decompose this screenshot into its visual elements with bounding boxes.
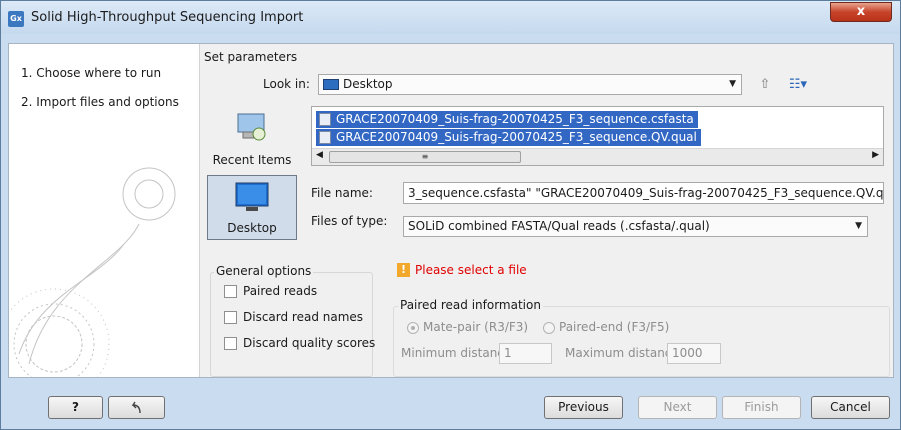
chevron-down-icon: ▼ — [855, 221, 862, 231]
file-item-csfasta[interactable]: GRACE20070409_Suis-frag-20070425_F3_sequ… — [316, 111, 698, 128]
scroll-right-icon[interactable]: ▶ — [872, 150, 879, 160]
desktop-folder-icon — [323, 79, 339, 90]
general-options-title: General options — [214, 264, 314, 278]
paired-reads-label: Paired reads — [243, 284, 318, 298]
look-in-label: Look in: — [263, 77, 310, 91]
set-parameters-title: Set parameters — [204, 50, 298, 64]
chevron-down-icon: ▼ — [729, 79, 736, 89]
app-icon: Gx — [8, 11, 24, 27]
look-in-value: Desktop — [343, 77, 393, 91]
window-title: Solid High-Throughput Sequencing Import — [31, 10, 304, 25]
minimum-distance-input[interactable]: 1 — [499, 343, 552, 364]
place-recent-items-label: Recent Items — [212, 153, 292, 167]
paired-read-information-title: Paired read information — [398, 298, 543, 312]
up-folder-icon[interactable]: ⇧ — [755, 75, 775, 95]
maximum-distance-input[interactable]: 1000 — [667, 343, 721, 364]
file-list[interactable]: GRACE20070409_Suis-frag-20070425_F3_sequ… — [311, 106, 884, 166]
finish-button[interactable]: Finish — [722, 396, 801, 419]
checkbox-box — [224, 311, 237, 324]
files-of-type-value: SOLiD combined FASTA/Qual reads (.csfast… — [408, 219, 710, 233]
view-menu-icon[interactable]: ☷▾ — [783, 75, 813, 95]
warning-text: Please select a file — [415, 263, 527, 277]
desktop-icon — [235, 182, 269, 211]
undo-arrow-icon — [131, 401, 141, 414]
cancel-button[interactable]: Cancel — [811, 396, 890, 419]
warning-message: ! Please select a file — [397, 263, 527, 277]
file-name-csfasta: GRACE20070409_Suis-frag-20070425_F3_sequ… — [336, 112, 694, 126]
checkbox-box — [224, 285, 237, 298]
csfasta-file-icon — [319, 113, 331, 126]
decorative-swirl-logo — [9, 167, 176, 377]
files-of-type-label: Files of type: — [311, 214, 388, 228]
discard-quality-scores-checkbox[interactable]: Discard quality scores — [224, 336, 375, 350]
paired-end-label: Paired-end (F3/F5) — [559, 320, 670, 334]
mate-pair-radio[interactable]: Mate-pair (R3/F3) — [407, 320, 528, 334]
discard-quality-scores-label: Discard quality scores — [243, 336, 376, 350]
recent-items-icon — [237, 113, 266, 141]
previous-button[interactable]: Previous — [544, 396, 623, 419]
paired-end-radio[interactable]: Paired-end (F3/F5) — [543, 320, 669, 334]
next-button[interactable]: Next — [638, 396, 717, 419]
set-parameters-panel: Set parameters Look in: Desktop ▼ ⇧ ☷▾ R… — [200, 44, 893, 377]
scrollbar-thumb[interactable]: ≡ — [329, 151, 521, 163]
steps-panel: 1. Choose where to run 2. Import files a… — [9, 44, 200, 377]
place-desktop-label: Desktop — [227, 221, 277, 235]
horizontal-scrollbar[interactable]: ◀ ≡ ▶ — [312, 148, 883, 165]
file-name-qual: GRACE20070409_Suis-frag-20070425_F3_sequ… — [336, 130, 697, 144]
import-dialog: Gx Solid High-Throughput Sequencing Impo… — [0, 0, 901, 430]
step-import-files-and-options: 2. Import files and options — [21, 95, 179, 109]
minimum-distance-label: Minimum distance — [401, 346, 512, 360]
help-button[interactable]: ? — [48, 396, 103, 419]
place-recent-items[interactable]: Recent Items — [207, 106, 297, 171]
warning-icon: ! — [397, 263, 410, 277]
paired-read-information-group — [393, 306, 890, 377]
maximum-distance-label: Maximum distance — [565, 346, 679, 360]
checkbox-box — [224, 337, 237, 350]
places-bar: Recent Items Desktop — [207, 106, 297, 241]
mate-pair-label: Mate-pair (R3/F3) — [423, 320, 529, 334]
files-of-type-dropdown[interactable]: SOLiD combined FASTA/Qual reads (.csfast… — [403, 216, 868, 237]
dialog-body: 1. Choose where to run 2. Import files a… — [8, 43, 894, 378]
scroll-left-icon[interactable]: ◀ — [316, 150, 323, 160]
discard-read-names-label: Discard read names — [243, 310, 364, 324]
step-choose-where-to-run: 1. Choose where to run — [21, 66, 162, 80]
restore-defaults-button[interactable] — [108, 396, 165, 419]
file-item-qual[interactable]: GRACE20070409_Suis-frag-20070425_F3_sequ… — [316, 129, 701, 146]
file-name-input[interactable]: 3_sequence.csfasta" "GRACE20070409_Suis-… — [403, 182, 884, 204]
file-name-label: File name: — [311, 186, 373, 200]
radio-dot — [407, 322, 419, 334]
radio-dot — [543, 322, 555, 334]
discard-read-names-checkbox[interactable]: Discard read names — [224, 310, 363, 324]
place-desktop[interactable]: Desktop — [207, 175, 297, 240]
qual-file-icon — [319, 131, 331, 144]
close-button[interactable]: x — [830, 2, 892, 22]
paired-reads-checkbox[interactable]: Paired reads — [224, 284, 317, 298]
look-in-dropdown[interactable]: Desktop ▼ — [318, 74, 742, 95]
title-bar[interactable]: Gx Solid High-Throughput Sequencing Impo… — [1, 1, 900, 34]
